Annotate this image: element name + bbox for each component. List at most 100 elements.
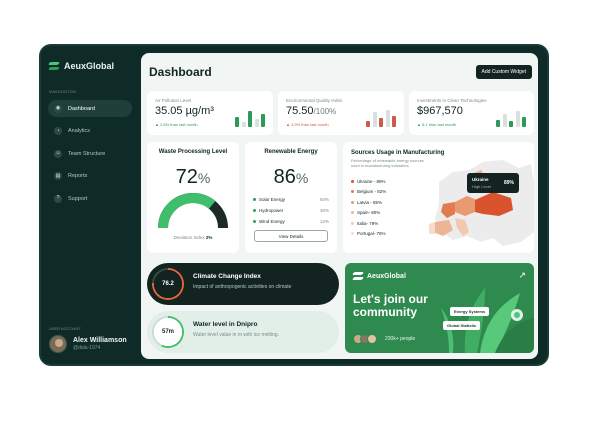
country-item[interactable]: Latvia - 85%	[351, 197, 386, 208]
sidebar-nav: ◉ Dashboard ◔ Analytics ☺ Team Structure…	[48, 100, 132, 213]
brand-name: AeuxGlobal	[64, 61, 115, 71]
sidebar-item-analytics[interactable]: ◔ Analytics	[48, 123, 132, 140]
card-title: Waste Processing Level	[158, 149, 228, 155]
view-details-button[interactable]: View Details	[254, 230, 328, 242]
climate-value: 76.2	[162, 281, 174, 287]
card-subtitle: Percentage of renewable energy sources u…	[351, 158, 424, 168]
main-content: Dashboard Add Custom Widget Air Pollutio…	[141, 53, 538, 359]
country-item[interactable]: Ukraine - 89%	[351, 176, 386, 187]
tooltip-pct: 89%	[503, 180, 514, 186]
kpi-value-suffix: /100%	[313, 107, 337, 116]
nav-section-label: NAVIGATION	[49, 89, 77, 94]
water-level-card[interactable]: 57m Water level in Dnipro Water level va…	[147, 311, 339, 353]
gauge-fill	[158, 193, 216, 229]
bullet-icon	[253, 219, 256, 223]
team-icon: ☺	[54, 149, 62, 158]
avatar	[367, 334, 377, 344]
user-handle: @dala-1974	[73, 345, 101, 351]
spark-bar	[261, 114, 265, 127]
bullet-icon	[253, 208, 256, 212]
map-tooltip: Ukraine High Level 89%	[467, 173, 519, 193]
climate-change-card[interactable]: 76.2 Climate Change Index Impact of anth…	[147, 263, 339, 305]
waste-value-unit: %	[197, 170, 211, 186]
country-item[interactable]: Italia- 79%	[351, 218, 386, 229]
country-item[interactable]: Spain- 80%	[351, 208, 386, 219]
renewable-value-unit: %	[295, 170, 309, 186]
kpi-trend-text: ▲ 2.5% than last month	[155, 122, 198, 127]
renewable-energy-card[interactable]: Renewable Energy 86% Solar Energy 50% Hyd…	[245, 142, 337, 253]
user-profile[interactable]: Alex Williamson @dala-1974	[49, 335, 127, 353]
sidebar-item-label: Team Structure	[68, 150, 106, 157]
legend-dot-icon	[351, 232, 354, 236]
promo-headline: Let's join our community	[353, 292, 428, 319]
spark-bar	[515, 111, 520, 127]
kpi-label: Investments in Clean Technologies	[417, 98, 487, 103]
kpi-label: Air Pollution Level	[155, 98, 192, 103]
deviation-value: 2%	[205, 235, 213, 240]
kpi-card-air-pollution[interactable]: Air Pollution Level 35.05 µg/m³ ▲ 2.5% t…	[147, 91, 273, 135]
kpi-trend: ▲ 3.9% than last month	[286, 122, 329, 127]
card-title: Renewable Energy	[264, 149, 318, 155]
water-title: Water level in Dnipro	[193, 321, 258, 328]
energy-systems-tag: Energy Systems	[450, 307, 490, 316]
country-label: Portugal- 76%	[357, 231, 386, 237]
spark-bar	[248, 111, 252, 127]
sidebar-item-support[interactable]: ? Support	[48, 190, 132, 207]
spark-bar	[241, 122, 246, 127]
spark-bar	[522, 117, 526, 127]
dashboard-icon: ◉	[54, 104, 62, 113]
legend-dot-icon	[351, 211, 354, 215]
tooltip-level: High Level	[472, 184, 491, 189]
energy-label: Wind Energy	[259, 218, 285, 224]
deviation-label: Deviation Index	[173, 235, 205, 240]
sources-usage-card[interactable]: Sources Usage in Manufacturing Percentag…	[343, 142, 534, 253]
reports-icon: ▤	[54, 172, 62, 180]
kpi-trend-text: ▲ 3.9% than last month	[286, 122, 329, 127]
card-title: Sources Usage in Manufacturing	[351, 150, 445, 156]
add-widget-button[interactable]: Add Custom Widget	[475, 65, 532, 79]
waste-value: 72%	[147, 166, 239, 189]
map-region-portugal[interactable]	[429, 222, 435, 234]
country-item[interactable]: Portugal- 76%	[351, 229, 386, 240]
sidebar-item-label: Dashboard	[68, 105, 95, 112]
legend-dot-icon	[351, 221, 354, 225]
spark-bar	[366, 121, 370, 127]
member-count: 230k+ people	[385, 336, 416, 342]
spark-bar	[502, 114, 507, 127]
kpi-value: $967,570	[417, 105, 463, 117]
country-list: Ukraine - 89% Belgium - 82% Latvia - 85% Sp…	[351, 176, 386, 239]
kpi-sparkbars	[496, 109, 526, 127]
kpi-card-clean-investments[interactable]: Investments in Clean Technologies $967,5…	[409, 91, 534, 135]
tooltip-country: Ukraine	[472, 177, 489, 182]
sidebar-item-team-structure[interactable]: ☺ Team Structure	[48, 145, 132, 162]
renewable-value: 86%	[245, 166, 337, 189]
logo-icon	[49, 62, 59, 70]
community-promo-card[interactable]: AeuxGlobal ↗ Let's join our community 23…	[345, 263, 534, 353]
energy-row-solar: Solar Energy 50%	[253, 195, 329, 203]
global-statistic-tag: Global Statistic	[443, 321, 481, 330]
support-icon: ?	[54, 194, 62, 203]
country-label: Latvia - 85%	[357, 199, 383, 205]
country-label: Belgium - 82%	[357, 189, 387, 195]
kpi-card-environmental-quality[interactable]: Environmental Quality Index 75.50/100% ▲…	[278, 91, 404, 135]
spark-bar	[372, 112, 377, 127]
waste-processing-card[interactable]: Waste Processing Level 72% Deviation Ind…	[147, 142, 239, 253]
sidebar-item-dashboard[interactable]: ◉ Dashboard	[48, 100, 132, 117]
energy-pct: 50%	[319, 196, 329, 202]
spark-bar	[509, 121, 513, 127]
waste-gauge	[158, 193, 228, 229]
account-section-label: USER ACCOUNT	[49, 326, 81, 331]
energy-pct: 30%	[319, 207, 329, 213]
sidebar-item-reports[interactable]: ▤ Reports	[48, 168, 132, 185]
arrow-up-right-icon[interactable]: ↗	[518, 270, 526, 281]
climate-title: Climate Change Index	[193, 273, 261, 280]
kpi-value: 75.50/100%	[286, 105, 336, 117]
country-item[interactable]: Belgium - 82%	[351, 187, 386, 198]
energy-label: Hydropower	[259, 207, 284, 213]
water-ring: 57m	[152, 316, 184, 348]
brand-logo[interactable]: AeuxGlobal	[49, 61, 114, 71]
bullet-icon	[253, 197, 256, 201]
kpi-value: 35.05 µg/m³	[155, 105, 214, 117]
legend-dot-icon	[351, 190, 354, 194]
energy-row-wind: Wind Energy 12%	[253, 217, 329, 225]
